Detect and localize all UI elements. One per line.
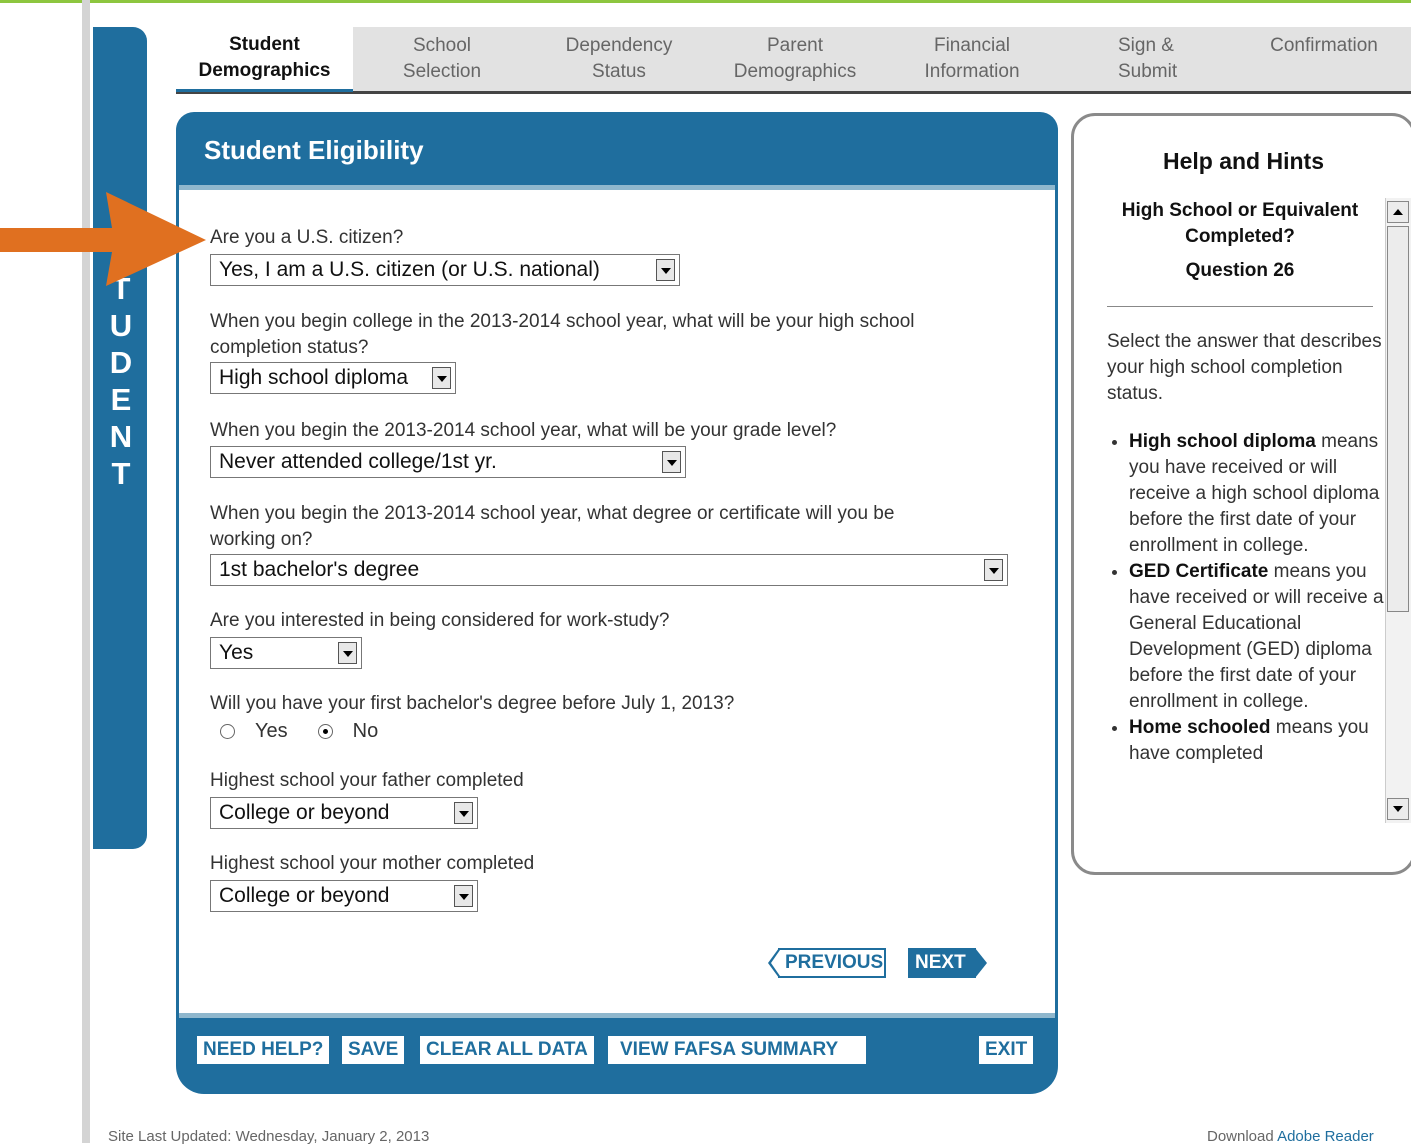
- site-updated: Site Last Updated: Wednesday, January 2,…: [108, 1128, 430, 1145]
- tab-parent-demographics[interactable]: Parent Demographics: [707, 27, 883, 91]
- chevron-down-icon[interactable]: [454, 802, 473, 824]
- bachelor-no-radio[interactable]: [317, 724, 333, 739]
- work-study-question: Are you interested in being considered f…: [210, 610, 670, 631]
- help-item-ged: GED Certificate means you have received …: [1129, 559, 1385, 715]
- help-divider: [1107, 306, 1373, 307]
- next-button[interactable]: NEXT: [908, 948, 987, 978]
- help-heading: High School or Equivalent Completed?: [1121, 200, 1359, 247]
- save-button[interactable]: SAVE: [342, 1036, 405, 1064]
- top-accent-line: [0, 0, 1411, 3]
- chevron-down-icon[interactable]: [984, 559, 1003, 581]
- hs-status-select[interactable]: High school diploma: [210, 362, 456, 394]
- help-question-number: Question 26: [1185, 260, 1295, 281]
- side-section-label: T U D E N T: [108, 270, 134, 492]
- clear-all-data-button[interactable]: CLEAR ALL DATA: [420, 1036, 594, 1064]
- help-intro: Select the answer that describes your hi…: [1107, 331, 1382, 404]
- chevron-down-icon[interactable]: [432, 367, 451, 389]
- help-item-diploma: High school diploma means you have recei…: [1129, 429, 1385, 559]
- scroll-down-icon[interactable]: [1387, 798, 1409, 820]
- side-letter-e: E: [110, 382, 132, 417]
- bachelor-no-label[interactable]: No: [353, 720, 379, 743]
- side-letter-d: D: [109, 345, 133, 380]
- help-item-home: Home schooled means you have completed: [1129, 715, 1385, 767]
- tab-school-selection[interactable]: School Selection: [353, 27, 531, 91]
- scroll-up-icon[interactable]: [1387, 201, 1409, 223]
- bachelor-question: Will you have your first bachelor's degr…: [210, 693, 735, 714]
- citizen-select[interactable]: Yes, I am a U.S. citizen (or U.S. nation…: [210, 254, 680, 286]
- view-fafsa-summary-button[interactable]: VIEW FAFSA SUMMARY: [608, 1036, 866, 1064]
- panel-title: Student Eligibility: [204, 135, 424, 165]
- side-letter-u: U: [109, 308, 133, 343]
- bachelor-radio-group: Yes No: [220, 720, 378, 743]
- annotation-arrow-icon: [0, 192, 206, 286]
- degree-select[interactable]: 1st bachelor's degree: [210, 554, 1008, 586]
- side-letter-n: N: [109, 419, 133, 454]
- help-content: High School or Equivalent Completed? Ques…: [1095, 198, 1385, 823]
- download-reader: Download Adobe Reader: [1207, 1128, 1374, 1145]
- bachelor-yes-label[interactable]: Yes: [255, 720, 288, 743]
- tab-confirmation[interactable]: Confirmation: [1237, 27, 1411, 91]
- help-title: Help and Hints: [1162, 148, 1324, 174]
- grade-level-question: When you begin the 2013-2014 school year…: [210, 420, 837, 441]
- side-letter-t2: T: [111, 456, 131, 491]
- chevron-down-icon[interactable]: [662, 451, 681, 473]
- mother-select[interactable]: College or beyond: [210, 880, 478, 912]
- tab-student-demographics[interactable]: Student Demographics: [176, 27, 353, 92]
- tab-financial-information[interactable]: Financial Information: [883, 27, 1061, 91]
- chevron-down-icon[interactable]: [454, 885, 473, 907]
- left-border: [82, 0, 90, 1143]
- mother-question: Highest school your mother completed: [210, 853, 535, 874]
- hs-status-question: When you begin college in the 2013-2014 …: [210, 311, 915, 358]
- grade-level-select[interactable]: Never attended college/1st yr.: [210, 446, 686, 478]
- degree-question: When you begin the 2013-2014 school year…: [210, 503, 895, 550]
- tab-dependency-status[interactable]: Dependency Status: [531, 27, 707, 91]
- scroll-thumb[interactable]: [1387, 226, 1409, 612]
- need-help-button[interactable]: NEED HELP?: [197, 1036, 330, 1064]
- citizen-question: Are you a U.S. citizen?: [210, 227, 404, 248]
- father-select[interactable]: College or beyond: [210, 797, 478, 829]
- section-tabs: Student Demographics School Selection Depe…: [176, 27, 1411, 94]
- exit-button[interactable]: EXIT: [979, 1036, 1034, 1064]
- adobe-reader-link[interactable]: Adobe Reader: [1277, 1128, 1374, 1145]
- chevron-down-icon[interactable]: [656, 259, 675, 281]
- work-study-select[interactable]: Yes: [210, 637, 362, 669]
- previous-button[interactable]: PREVIOUS: [768, 948, 886, 978]
- father-question: Highest school your father completed: [210, 770, 524, 791]
- chevron-down-icon[interactable]: [338, 642, 357, 664]
- help-list: High school diploma means you have recei…: [1095, 429, 1385, 767]
- tab-sign-submit[interactable]: Sign & Submit: [1061, 27, 1237, 91]
- bachelor-yes-radio[interactable]: [220, 724, 235, 739]
